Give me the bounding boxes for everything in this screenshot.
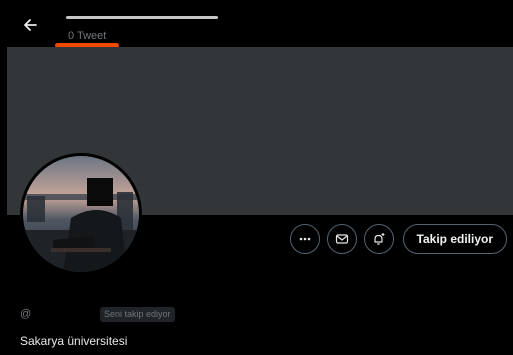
back-button[interactable] bbox=[17, 12, 43, 38]
bell-plus-icon bbox=[373, 233, 385, 245]
message-button[interactable] bbox=[326, 224, 357, 254]
profile-name-redacted bbox=[66, 12, 218, 20]
profile-actions: Takip ediliyor bbox=[289, 224, 507, 254]
following-button[interactable]: Takip ediliyor bbox=[402, 224, 507, 254]
arrow-left-icon bbox=[24, 19, 37, 31]
header-bar: 0 Tweet bbox=[0, 0, 513, 48]
envelope-icon bbox=[335, 234, 348, 244]
profile-handle: @ bbox=[20, 308, 32, 320]
profile-bio: Sakarya üniversitesi bbox=[20, 334, 128, 348]
tweet-count: 0 Tweet bbox=[68, 30, 107, 42]
follows-you-badge: Seni takip ediyor bbox=[100, 307, 175, 322]
more-button[interactable] bbox=[289, 224, 320, 254]
avatar[interactable] bbox=[20, 153, 142, 275]
more-dots-icon bbox=[299, 237, 310, 241]
notify-button[interactable] bbox=[363, 224, 394, 254]
avatar-photo bbox=[23, 156, 139, 272]
